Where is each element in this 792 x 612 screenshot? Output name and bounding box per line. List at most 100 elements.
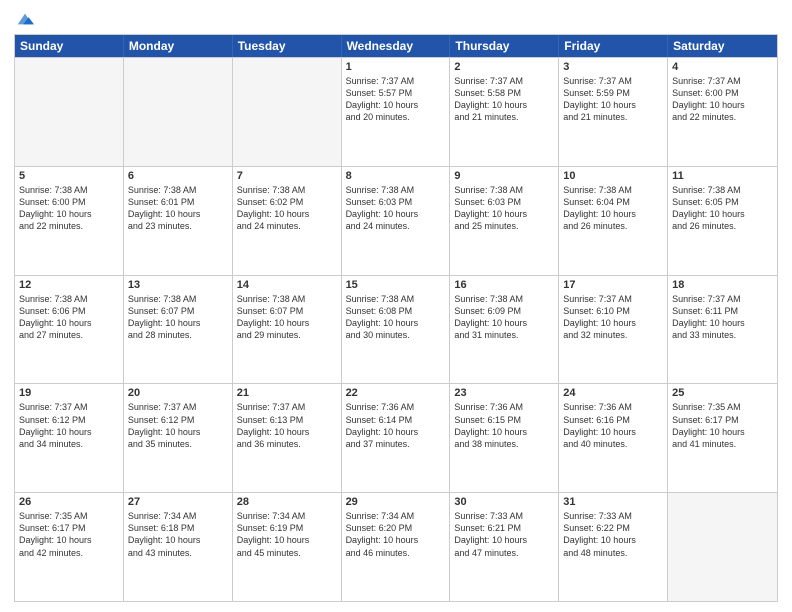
day-number: 25 xyxy=(672,387,773,399)
calendar: SundayMondayTuesdayWednesdayThursdayFrid… xyxy=(14,34,778,602)
day-cell-1: 1 Sunrise: 7:37 AMSunset: 5:57 PMDaylight… xyxy=(342,58,451,166)
day-info: Sunrise: 7:34 AMSunset: 6:18 PMDaylight:… xyxy=(128,510,228,559)
day-info: Sunrise: 7:37 AMSunset: 6:11 PMDaylight:… xyxy=(672,293,773,342)
day-cell-28: 28 Sunrise: 7:34 AMSunset: 6:19 PMDayligh… xyxy=(233,493,342,601)
day-number: 15 xyxy=(346,279,446,291)
day-cell-14: 14 Sunrise: 7:38 AMSunset: 6:07 PMDayligh… xyxy=(233,276,342,384)
day-cell-30: 30 Sunrise: 7:33 AMSunset: 6:21 PMDayligh… xyxy=(450,493,559,601)
day-info: Sunrise: 7:36 AMSunset: 6:15 PMDaylight:… xyxy=(454,401,554,450)
day-info: Sunrise: 7:36 AMSunset: 6:16 PMDaylight:… xyxy=(563,401,663,450)
day-cell-18: 18Sunrise: 7:37 AMSunset: 6:11 PMDayligh… xyxy=(668,276,777,384)
empty-cell xyxy=(668,493,777,601)
day-info: Sunrise: 7:38 AMSunset: 6:07 PMDaylight:… xyxy=(128,293,228,342)
day-number: 26 xyxy=(19,496,119,508)
day-cell-3: 3Sunrise: 7:37 AMSunset: 5:59 PMDaylight… xyxy=(559,58,668,166)
day-cell-21: 21 Sunrise: 7:37 AMSunset: 6:13 PMDayligh… xyxy=(233,384,342,492)
calendar-row-5: 26 Sunrise: 7:35 AMSunset: 6:17 PMDayligh… xyxy=(15,492,777,601)
day-cell-2: 2Sunrise: 7:37 AMSunset: 5:58 PMDaylight… xyxy=(450,58,559,166)
calendar-body: 1 Sunrise: 7:37 AMSunset: 5:57 PMDaylight… xyxy=(15,57,777,601)
day-number: 13 xyxy=(128,279,228,291)
day-info: Sunrise: 7:35 AMSunset: 6:17 PMDaylight:… xyxy=(19,510,119,559)
header-cell-thursday: Thursday xyxy=(450,35,559,57)
day-number: 28 xyxy=(237,496,337,508)
day-cell-5: 5Sunrise: 7:38 AMSunset: 6:00 PMDaylight… xyxy=(15,167,124,275)
day-cell-6: 6 Sunrise: 7:38 AMSunset: 6:01 PMDaylight… xyxy=(124,167,233,275)
day-info: Sunrise: 7:38 AMSunset: 6:07 PMDaylight:… xyxy=(237,293,337,342)
day-number: 5 xyxy=(19,170,119,182)
header xyxy=(14,10,778,28)
day-cell-31: 31Sunrise: 7:33 AMSunset: 6:22 PMDayligh… xyxy=(559,493,668,601)
header-cell-saturday: Saturday xyxy=(668,35,777,57)
day-info: Sunrise: 7:38 AMSunset: 6:03 PMDaylight:… xyxy=(454,184,554,233)
header-cell-wednesday: Wednesday xyxy=(342,35,451,57)
day-number: 9 xyxy=(454,170,554,182)
day-info: Sunrise: 7:38 AMSunset: 6:03 PMDaylight:… xyxy=(346,184,446,233)
day-cell-26: 26 Sunrise: 7:35 AMSunset: 6:17 PMDayligh… xyxy=(15,493,124,601)
calendar-row-3: 12 Sunrise: 7:38 AMSunset: 6:06 PMDayligh… xyxy=(15,275,777,384)
logo xyxy=(14,10,34,28)
calendar-row-1: 1 Sunrise: 7:37 AMSunset: 5:57 PMDaylight… xyxy=(15,57,777,166)
day-number: 8 xyxy=(346,170,446,182)
day-number: 23 xyxy=(454,387,554,399)
day-number: 1 xyxy=(346,61,446,73)
day-cell-19: 19 Sunrise: 7:37 AMSunset: 6:12 PMDayligh… xyxy=(15,384,124,492)
day-number: 30 xyxy=(454,496,554,508)
day-cell-22: 22Sunrise: 7:36 AMSunset: 6:14 PMDayligh… xyxy=(342,384,451,492)
empty-cell xyxy=(233,58,342,166)
day-number: 19 xyxy=(19,387,119,399)
day-cell-27: 27 Sunrise: 7:34 AMSunset: 6:18 PMDayligh… xyxy=(124,493,233,601)
day-cell-17: 17 Sunrise: 7:37 AMSunset: 6:10 PMDayligh… xyxy=(559,276,668,384)
day-number: 29 xyxy=(346,496,446,508)
day-cell-16: 16 Sunrise: 7:38 AMSunset: 6:09 PMDayligh… xyxy=(450,276,559,384)
day-info: Sunrise: 7:38 AMSunset: 6:08 PMDaylight:… xyxy=(346,293,446,342)
day-number: 7 xyxy=(237,170,337,182)
header-cell-monday: Monday xyxy=(124,35,233,57)
day-number: 14 xyxy=(237,279,337,291)
empty-cell xyxy=(124,58,233,166)
day-number: 2 xyxy=(454,61,554,73)
day-cell-29: 29Sunrise: 7:34 AMSunset: 6:20 PMDayligh… xyxy=(342,493,451,601)
day-number: 21 xyxy=(237,387,337,399)
day-number: 20 xyxy=(128,387,228,399)
day-cell-23: 23 Sunrise: 7:36 AMSunset: 6:15 PMDayligh… xyxy=(450,384,559,492)
day-cell-8: 8 Sunrise: 7:38 AMSunset: 6:03 PMDaylight… xyxy=(342,167,451,275)
day-info: Sunrise: 7:37 AMSunset: 6:12 PMDaylight:… xyxy=(128,401,228,450)
day-info: Sunrise: 7:35 AMSunset: 6:17 PMDaylight:… xyxy=(672,401,773,450)
day-number: 17 xyxy=(563,279,663,291)
day-number: 22 xyxy=(346,387,446,399)
day-number: 16 xyxy=(454,279,554,291)
day-info: Sunrise: 7:38 AMSunset: 6:02 PMDaylight:… xyxy=(237,184,337,233)
day-info: Sunrise: 7:33 AMSunset: 6:22 PMDaylight:… xyxy=(563,510,663,559)
day-info: Sunrise: 7:37 AMSunset: 6:10 PMDaylight:… xyxy=(563,293,663,342)
day-cell-10: 10 Sunrise: 7:38 AMSunset: 6:04 PMDayligh… xyxy=(559,167,668,275)
day-info: Sunrise: 7:37 AMSunset: 5:57 PMDaylight:… xyxy=(346,75,446,124)
day-cell-7: 7 Sunrise: 7:38 AMSunset: 6:02 PMDaylight… xyxy=(233,167,342,275)
day-info: Sunrise: 7:34 AMSunset: 6:19 PMDaylight:… xyxy=(237,510,337,559)
day-info: Sunrise: 7:33 AMSunset: 6:21 PMDaylight:… xyxy=(454,510,554,559)
day-info: Sunrise: 7:37 AMSunset: 5:59 PMDaylight:… xyxy=(563,75,663,124)
page: SundayMondayTuesdayWednesdayThursdayFrid… xyxy=(0,0,792,612)
calendar-row-2: 5Sunrise: 7:38 AMSunset: 6:00 PMDaylight… xyxy=(15,166,777,275)
day-number: 11 xyxy=(672,170,773,182)
day-info: Sunrise: 7:37 AMSunset: 6:13 PMDaylight:… xyxy=(237,401,337,450)
empty-cell xyxy=(15,58,124,166)
day-number: 6 xyxy=(128,170,228,182)
day-info: Sunrise: 7:38 AMSunset: 6:05 PMDaylight:… xyxy=(672,184,773,233)
header-cell-friday: Friday xyxy=(559,35,668,57)
day-number: 12 xyxy=(19,279,119,291)
day-info: Sunrise: 7:37 AMSunset: 6:00 PMDaylight:… xyxy=(672,75,773,124)
day-info: Sunrise: 7:37 AMSunset: 6:12 PMDaylight:… xyxy=(19,401,119,450)
day-cell-4: 4Sunrise: 7:37 AMSunset: 6:00 PMDaylight… xyxy=(668,58,777,166)
header-cell-tuesday: Tuesday xyxy=(233,35,342,57)
calendar-row-4: 19 Sunrise: 7:37 AMSunset: 6:12 PMDayligh… xyxy=(15,383,777,492)
day-cell-12: 12 Sunrise: 7:38 AMSunset: 6:06 PMDayligh… xyxy=(15,276,124,384)
day-number: 10 xyxy=(563,170,663,182)
logo-icon xyxy=(16,10,34,28)
day-info: Sunrise: 7:38 AMSunset: 6:01 PMDaylight:… xyxy=(128,184,228,233)
day-cell-20: 20 Sunrise: 7:37 AMSunset: 6:12 PMDayligh… xyxy=(124,384,233,492)
day-number: 24 xyxy=(563,387,663,399)
day-info: Sunrise: 7:38 AMSunset: 6:09 PMDaylight:… xyxy=(454,293,554,342)
day-number: 27 xyxy=(128,496,228,508)
day-info: Sunrise: 7:38 AMSunset: 6:06 PMDaylight:… xyxy=(19,293,119,342)
day-info: Sunrise: 7:38 AMSunset: 6:04 PMDaylight:… xyxy=(563,184,663,233)
